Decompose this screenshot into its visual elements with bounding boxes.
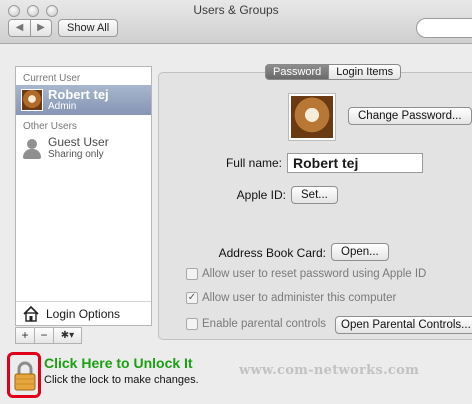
allow-admin-checkbox[interactable]: ✓ <box>186 292 198 304</box>
full-name-field[interactable]: Robert tej <box>287 153 423 173</box>
allow-reset-row: Allow user to reset password using Apple… <box>186 268 426 280</box>
open-parental-controls-button[interactable]: Open Parental Controls... <box>335 316 472 334</box>
house-icon <box>23 305 39 322</box>
account-tabs: Password Login Items <box>265 64 402 80</box>
user-list-item-guest[interactable]: Guest User Sharing only <box>16 133 151 163</box>
user-silhouette-icon <box>21 137 43 159</box>
guest-user-name: Guest User <box>48 135 109 149</box>
unlock-hint-annotation: Click Here to Unlock It <box>44 355 193 371</box>
open-address-book-button[interactable]: Open... <box>331 243 389 261</box>
parental-controls-label: Enable parental controls <box>202 318 327 330</box>
allow-admin-label: Allow user to administer this computer <box>202 292 397 304</box>
forward-button[interactable]: ▶ <box>30 19 52 37</box>
current-user-role: Admin <box>48 101 77 112</box>
back-button[interactable]: ◀ <box>8 19 30 37</box>
parental-controls-checkbox[interactable] <box>186 318 198 330</box>
parental-controls-row: Enable parental controls <box>186 318 326 330</box>
current-user-heading: Current User <box>23 73 81 84</box>
tab-password[interactable]: Password <box>265 64 330 80</box>
allow-reset-checkbox[interactable] <box>186 268 198 280</box>
set-apple-id-button[interactable]: Set... <box>291 186 338 204</box>
search-field[interactable] <box>416 18 472 38</box>
padlock-icon[interactable] <box>13 360 37 392</box>
watermark: www.com-networks.com <box>239 363 420 378</box>
lion-avatar-icon <box>21 89 43 111</box>
address-book-label: Address Book Card: <box>218 246 326 260</box>
other-users-heading: Other Users <box>23 121 77 132</box>
action-menu-button[interactable]: ✱▾ <box>54 327 82 344</box>
user-list-item-current[interactable]: Robert tej Admin <box>16 85 151 115</box>
user-list: Current User Robert tej Admin Other User… <box>15 66 152 326</box>
nav-buttons: ◀ ▶ <box>8 19 52 37</box>
window-title: Users & Groups <box>193 3 279 17</box>
lock-highlight-frame <box>7 352 41 398</box>
allow-admin-row: ✓ Allow user to administer this computer <box>186 292 396 304</box>
change-password-button[interactable]: Change Password... <box>348 107 472 125</box>
show-all-button[interactable]: Show All <box>58 19 119 37</box>
login-options-item[interactable]: Login Options <box>16 301 151 325</box>
remove-user-button[interactable]: − <box>35 327 54 344</box>
sidebar-button-bar: + − ✱▾ <box>15 327 82 344</box>
current-user-name: Robert tej <box>48 87 109 102</box>
window-toolbar: Users & Groups ◀ ▶ Show All <box>0 0 472 44</box>
login-options-label: Login Options <box>46 306 121 321</box>
guest-user-role: Sharing only <box>48 149 104 160</box>
full-name-label: Full name: <box>225 156 282 170</box>
tab-login-items[interactable]: Login Items <box>329 64 402 80</box>
add-user-button[interactable]: + <box>15 327 35 344</box>
lock-message: Click the lock to make changes. <box>44 374 199 386</box>
allow-reset-label: Allow user to reset password using Apple… <box>202 268 427 280</box>
apple-id-label: Apple ID: <box>236 188 286 202</box>
user-picture[interactable] <box>289 94 335 140</box>
